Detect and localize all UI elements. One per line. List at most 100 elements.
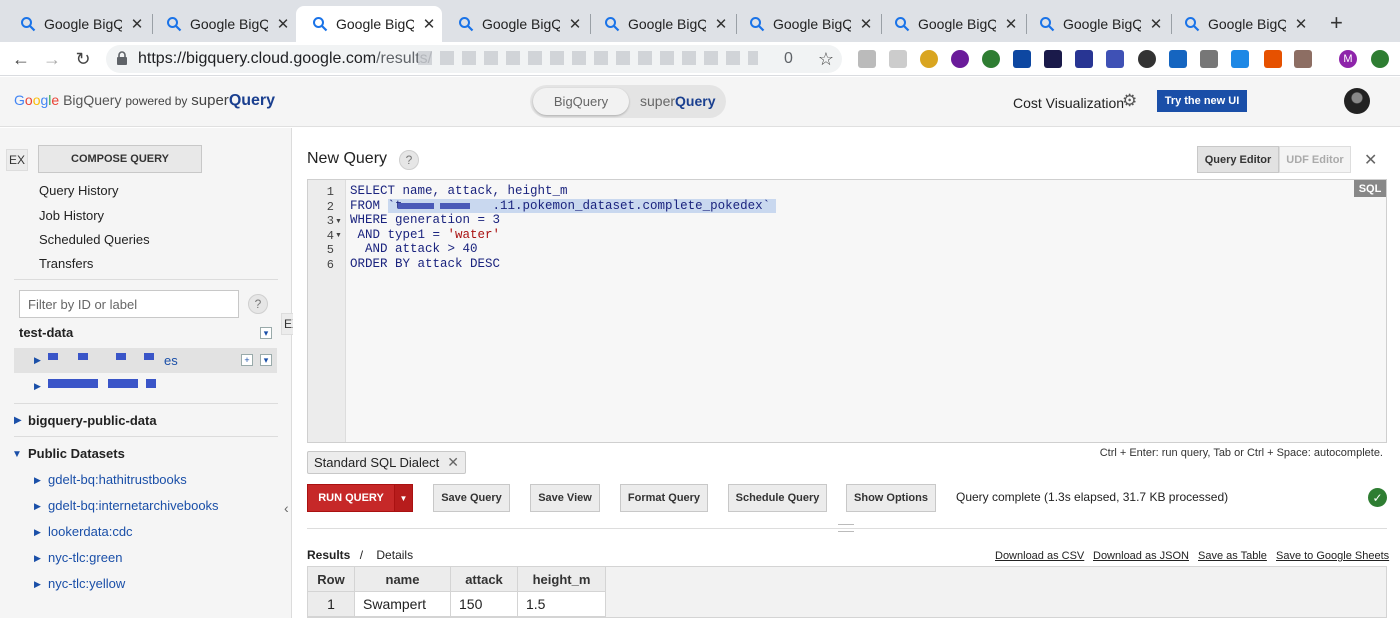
fold-arrow-icon[interactable]: ▼ [335,218,342,225]
public-dataset-item[interactable]: gdelt-bq:internetarchivebooks [48,498,219,513]
save-view-button[interactable]: Save View [530,484,600,512]
browser-tab[interactable]: Google BigQue ✕ [1023,6,1169,42]
ex-toggle[interactable]: EX [6,149,28,171]
close-icon[interactable]: ✕ [714,15,728,33]
extension-icon[interactable] [1169,50,1187,68]
forward-arrow-icon[interactable]: → [40,47,64,71]
sidebar-item-scheduled-queries[interactable]: Scheduled Queries [39,232,150,247]
fold-arrow-icon[interactable]: ▼ [335,232,342,239]
sql-dialect-chip[interactable]: Standard SQL Dialect ✕ [307,451,466,474]
close-icon[interactable]: ✕ [276,15,290,33]
compose-query-button[interactable]: COMPOSE QUERY [38,145,202,173]
chevron-down-icon[interactable]: ▾ [260,327,272,339]
dataset-row-selected[interactable]: ▶ es + ▾ [14,348,277,373]
back-arrow-icon[interactable]: ← [9,47,33,71]
format-query-button[interactable]: Format Query [620,484,708,512]
extension-icon[interactable] [889,50,907,68]
save-query-button[interactable]: Save Query [433,484,510,512]
extension-icon[interactable] [1106,50,1124,68]
close-icon[interactable]: ✕ [1294,15,1308,33]
filter-input[interactable] [19,290,239,318]
download-json-link[interactable]: Download as JSON [1093,550,1189,562]
extension-icon[interactable] [1264,50,1282,68]
reload-icon[interactable]: ↻ [71,47,95,71]
public-dataset-item[interactable]: nyc-tlc:yellow [48,576,125,591]
public-dataset-item[interactable]: gdelt-bq:hathitrustbooks [48,472,187,487]
tab-query-editor[interactable]: Query Editor [1197,146,1279,173]
extension-icon[interactable] [951,50,969,68]
public-datasets-header[interactable]: Public Datasets [28,446,125,461]
sidebar-item-query-history[interactable]: Query History [39,183,118,198]
browser-tab[interactable]: Google BigQue ✕ [442,6,588,42]
dataset-row[interactable]: ▶ [14,375,277,397]
cost-visualization-link[interactable]: Cost Visualization [1013,95,1124,111]
expand-arrow-icon[interactable]: ▶ [34,501,41,512]
browser-tab[interactable]: Google BigQue ✕ [1168,6,1314,42]
project-test-data[interactable]: test-data [19,325,73,340]
public-dataset-item[interactable]: nyc-tlc:green [48,550,122,565]
download-csv-link[interactable]: Download as CSV [995,550,1084,562]
resize-handle[interactable] [838,524,854,532]
browser-tab[interactable]: Google BigQue ✕ [4,6,150,42]
help-icon[interactable]: ? [248,294,268,314]
expand-arrow-icon[interactable]: ▶ [34,475,41,486]
help-icon[interactable]: ? [399,150,419,170]
expand-arrow-icon[interactable]: ▶ [34,381,41,392]
browser-tab-active[interactable]: Google BigQue ✕ [296,6,442,42]
close-icon[interactable]: ✕ [1364,150,1377,170]
expand-arrow-icon[interactable]: ▶ [34,527,41,538]
show-options-button[interactable]: Show Options [846,484,936,512]
switch-superquery[interactable]: superQuery [640,93,716,109]
sidebar-item-job-history[interactable]: Job History [39,208,104,223]
extension-icon[interactable] [1200,50,1218,68]
try-new-ui-button[interactable]: Try the new UI [1157,90,1247,112]
chevron-down-icon[interactable]: ▼ [394,484,413,512]
star-icon[interactable]: ☆ [814,47,838,71]
public-dataset-item[interactable]: lookerdata:cdc [48,524,133,539]
extension-icon[interactable] [1231,50,1249,68]
close-icon[interactable]: ✕ [568,15,582,33]
run-query-button[interactable]: RUN QUERY [307,484,395,512]
extension-icon[interactable] [1013,50,1031,68]
column-header[interactable]: height_m [517,566,606,592]
switch-bigquery[interactable]: BigQuery [533,88,629,115]
profile-M-icon[interactable]: M [1339,50,1357,68]
browser-tab[interactable]: Google BigQue ✕ [878,6,1024,42]
gear-icon[interactable]: ⚙ [1122,91,1137,111]
save-as-table-link[interactable]: Save as Table [1198,550,1267,562]
sql-editor[interactable]: 1 2 3 ▼ 4 ▼ 5 6 SELECT name, attack, hei… [307,179,1387,443]
avatar[interactable] [1344,88,1370,114]
save-to-sheets-link[interactable]: Save to Google Sheets [1276,550,1389,562]
close-icon[interactable]: ✕ [130,15,144,33]
browser-tab[interactable]: Google BigQue ✕ [150,6,296,42]
tab-details[interactable]: Details [376,548,413,562]
new-tab-icon[interactable]: + [1330,12,1343,34]
expand-arrow-icon[interactable]: ▶ [34,553,41,564]
extension-icon[interactable] [920,50,938,68]
schedule-query-button[interactable]: Schedule Query [728,484,827,512]
collapse-arrow-icon[interactable]: ▼ [12,449,22,460]
close-icon[interactable]: ✕ [1149,15,1163,33]
browser-tab[interactable]: Google BigQue ✕ [733,6,879,42]
tab-udf-editor[interactable]: UDF Editor [1279,146,1351,173]
extension-icon[interactable] [858,50,876,68]
close-icon[interactable]: ✕ [1004,15,1018,33]
extension-icon[interactable] [1294,50,1312,68]
column-header[interactable]: attack [450,566,518,592]
expand-arrow-icon[interactable]: ▶ [34,355,41,366]
tab-results[interactable]: Results [307,548,350,562]
extension-icon[interactable] [1371,50,1389,68]
sidebar-item-transfers[interactable]: Transfers [39,256,93,271]
chevron-down-icon[interactable]: ▾ [260,354,272,366]
project-bigquery-public-data[interactable]: bigquery-public-data [28,413,157,428]
add-table-icon[interactable]: + [241,354,253,366]
column-header[interactable]: name [354,566,451,592]
expand-arrow-icon[interactable]: ▶ [34,579,41,590]
close-icon[interactable]: ✕ [422,15,436,33]
close-icon[interactable]: ✕ [447,454,459,471]
address-bar[interactable]: https://bigquery.cloud.google.com/result… [106,45,842,73]
superquery-logo[interactable]: Google BigQuery powered by superQuery [14,92,275,110]
close-icon[interactable]: ✕ [859,15,873,33]
extension-icon[interactable] [1138,50,1156,68]
extension-icon[interactable] [1044,50,1062,68]
